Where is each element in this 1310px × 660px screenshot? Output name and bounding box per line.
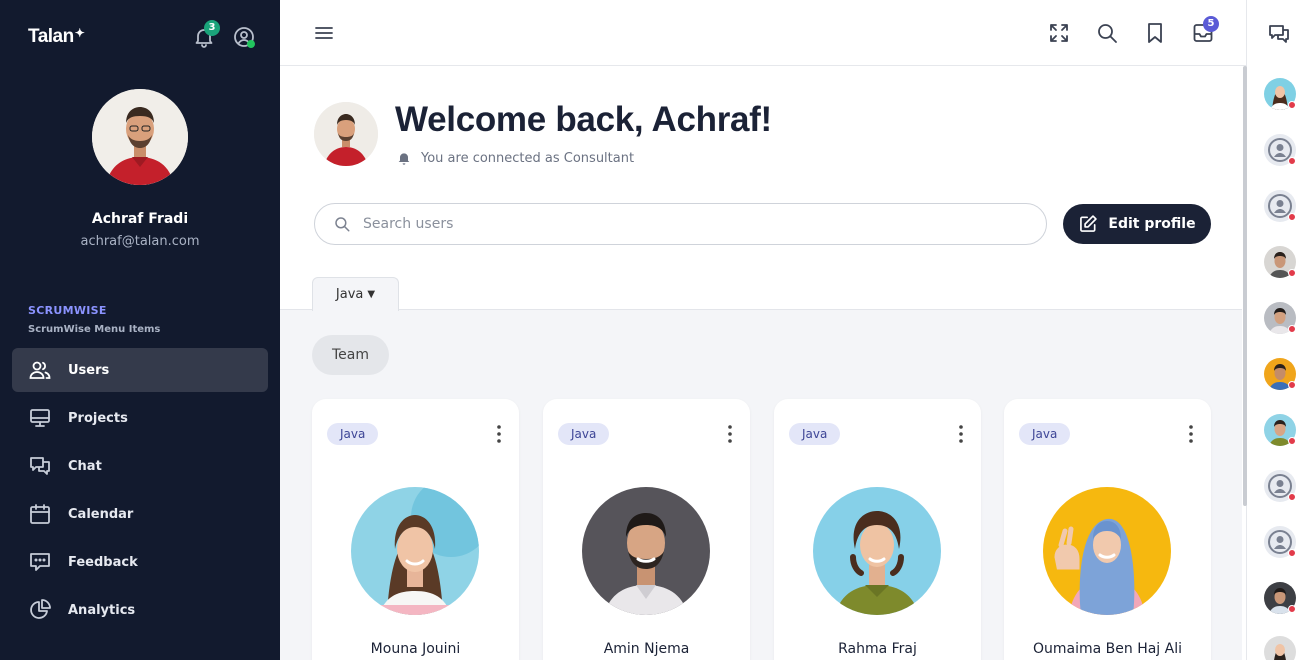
welcome-panel: Welcome back, Achraf! You are connected …: [280, 66, 1242, 311]
user-search-bar[interactable]: [314, 203, 1047, 245]
sidebar-item-label: Calendar: [68, 506, 134, 522]
user-card[interactable]: Java Mouna Jouini: [312, 399, 519, 660]
hero-user-avatar: [314, 102, 378, 166]
skill-tag[interactable]: Java: [789, 423, 841, 445]
offline-status-dot: [1288, 549, 1296, 557]
sidebar-user-name: Achraf Fradi: [91, 211, 189, 227]
bookmark-icon: [1148, 23, 1162, 43]
user-photo: [582, 487, 710, 615]
user-photo: [813, 487, 941, 615]
edit-icon: [1080, 215, 1098, 232]
menu-toggle-button[interactable]: [312, 21, 336, 45]
user-name: Amin Njema: [603, 641, 690, 657]
offline-status-dot: [1288, 101, 1296, 109]
sidebar-item-label: Chat: [68, 458, 102, 474]
brand-star-icon: ✦: [74, 26, 85, 40]
chat-contacts-rail: [1243, 0, 1310, 660]
sidebar-item-chat[interactable]: Chat: [12, 444, 268, 488]
skill-tag[interactable]: Java: [1019, 423, 1071, 445]
app-root: Talan✦ 3 Achraf Fradi achraf@talan.com S…: [0, 0, 1310, 660]
sidebar-item-label: Projects: [68, 410, 128, 426]
more-options-icon[interactable]: [493, 424, 505, 444]
offline-status-dot: [1288, 605, 1296, 613]
offline-status-dot: [1288, 213, 1296, 221]
menu-section-title: SCRUMWISE: [28, 304, 107, 317]
sidebar-item-feedback[interactable]: Feedback: [12, 540, 268, 584]
user-photo: [1043, 487, 1171, 615]
sidebar-user-avatar[interactable]: [92, 89, 188, 185]
menu-section-subtitle: ScrumWise Menu Items: [28, 324, 161, 335]
connection-status: You are connected as Consultant: [396, 150, 634, 166]
skill-tag[interactable]: Java: [558, 423, 610, 445]
edit-profile-label: Edit profile: [1108, 216, 1196, 232]
contact-avatar[interactable]: [1264, 636, 1296, 660]
sidebar-item-projects[interactable]: Projects: [12, 396, 268, 440]
inbox-count-badge: 5: [1203, 16, 1219, 32]
user-card[interactable]: Java Oumaima Ben Haj Ali: [1004, 399, 1211, 660]
edit-profile-button[interactable]: Edit profile: [1063, 204, 1211, 244]
main-content: Welcome back, Achraf! You are connected …: [280, 66, 1242, 660]
menu-icon: [315, 27, 333, 39]
user-photo: [351, 487, 479, 615]
offline-status-dot: [1288, 157, 1296, 165]
chat-toggle-button[interactable]: [1267, 22, 1291, 46]
search-button[interactable]: [1095, 21, 1119, 45]
welcome-heading: Welcome back, Achraf!: [395, 100, 772, 139]
bell-icon: [398, 153, 410, 165]
team-filter-chip[interactable]: Team: [312, 335, 389, 375]
notification-bell-icon[interactable]: 3: [192, 20, 220, 49]
users-icon: [29, 361, 51, 379]
user-card[interactable]: Java Amin Njema: [543, 399, 750, 660]
notification-count-badge: 3: [204, 20, 220, 36]
user-status-icon[interactable]: [232, 25, 256, 49]
chat-bubbles-icon: [1269, 25, 1289, 43]
skill-tag[interactable]: Java: [327, 423, 379, 445]
inbox-button[interactable]: 5: [1191, 16, 1219, 45]
fullscreen-icon: [1050, 24, 1068, 42]
sidebar-user-email: achraf@talan.com: [80, 234, 200, 249]
more-options-icon[interactable]: [1185, 424, 1197, 444]
caret-down-icon: ▼: [367, 289, 376, 300]
more-options-icon[interactable]: [955, 424, 967, 444]
monitor-icon: [30, 409, 50, 427]
sidebar-item-analytics[interactable]: Analytics: [12, 588, 268, 632]
online-status-dot: [247, 40, 255, 48]
calendar-icon: [30, 504, 50, 524]
offline-status-dot: [1288, 437, 1296, 445]
user-name: Mouna Jouini: [370, 641, 461, 657]
sidebar-item-users[interactable]: Users: [12, 348, 268, 392]
sidebar-item-label: Feedback: [68, 554, 138, 570]
offline-status-dot: [1288, 325, 1296, 333]
more-options-icon[interactable]: [724, 424, 736, 444]
pie-chart-icon: [30, 599, 51, 619]
chat-icon: [30, 457, 50, 475]
user-name: Oumaima Ben Haj Ali: [1032, 641, 1182, 657]
tab-label: Java: [335, 287, 364, 302]
bookmark-button[interactable]: [1143, 21, 1167, 45]
sidebar-item-label: Users: [68, 362, 110, 378]
connection-status-text: You are connected as Consultant: [421, 150, 635, 166]
search-icon: [335, 217, 350, 232]
search-users-input[interactable]: [363, 216, 1003, 232]
user-name: Rahma Fraj: [838, 641, 917, 657]
search-icon: [1098, 24, 1117, 43]
offline-status-dot: [1288, 381, 1296, 389]
sidebar: Talan✦ 3 Achraf Fradi achraf@talan.com S…: [0, 0, 280, 660]
sidebar-item-label: Analytics: [68, 602, 136, 618]
fullscreen-button[interactable]: [1047, 21, 1071, 45]
brand-logo[interactable]: Talan✦: [28, 26, 85, 48]
brand-name: Talan: [28, 26, 74, 47]
tab-java[interactable]: Java ▼: [312, 277, 399, 311]
offline-status-dot: [1288, 493, 1296, 501]
user-card[interactable]: Java Rahma Fraj: [774, 399, 981, 660]
offline-status-dot: [1288, 269, 1296, 277]
top-bar: 5: [280, 0, 1246, 66]
feedback-icon: [30, 553, 50, 571]
main-scrollbar[interactable]: [1243, 66, 1247, 506]
sidebar-item-calendar[interactable]: Calendar: [12, 492, 268, 536]
